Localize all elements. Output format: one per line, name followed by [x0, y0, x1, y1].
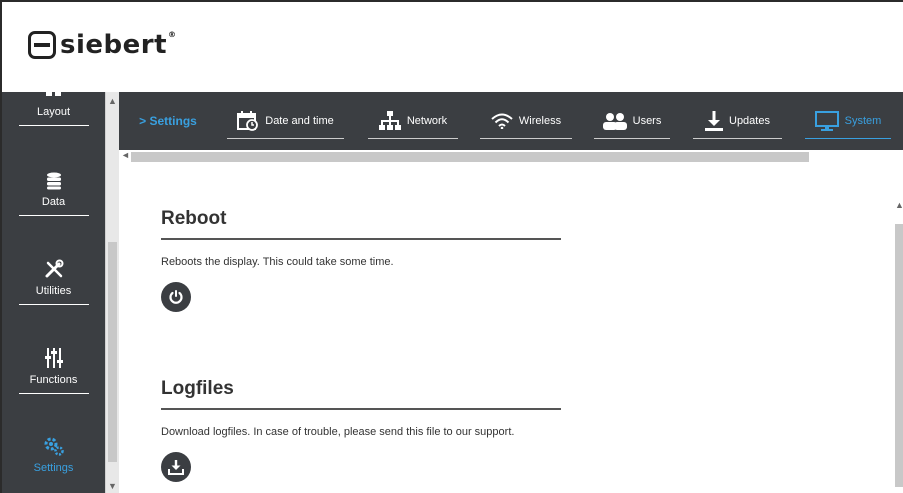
logfiles-title: Logfiles [161, 378, 561, 410]
tab-system[interactable]: System [805, 92, 891, 150]
sidebar-item-layout[interactable]: Layout [2, 92, 105, 126]
sidebar-item-label: Utilities [35, 285, 72, 297]
sidebar-item-label: Functions [29, 374, 78, 386]
scroll-left-icon[interactable]: ◄ [121, 150, 130, 160]
wifi-icon [491, 113, 513, 129]
reboot-title: Reboot [161, 208, 561, 240]
tab-date-and-time[interactable]: Date and time [227, 92, 344, 150]
gears-icon [44, 437, 64, 456]
logo-mark-icon [28, 31, 56, 59]
scroll-up-icon[interactable]: ▲ [895, 200, 903, 210]
network-icon [378, 111, 401, 130]
content-vertical-scrollbar[interactable]: ▲ [894, 198, 903, 493]
sidebar-item-functions[interactable]: Functions [2, 348, 105, 394]
sliders-icon [44, 348, 63, 368]
sidebar-scrollbar[interactable]: ▲ ▼ [105, 92, 119, 493]
sidebar: Layout Data Utilities Functions Settings [2, 92, 105, 493]
content-scroll-thumb[interactable] [895, 224, 903, 487]
tabbar-scroll-thumb[interactable] [131, 152, 809, 162]
sidebar-item-data[interactable]: Data [2, 172, 105, 216]
tabbar-horizontal-scrollbar[interactable]: ◄ [119, 150, 903, 164]
tab-updates[interactable]: Updates [693, 92, 782, 150]
monitor-icon [814, 111, 839, 131]
download-icon [705, 111, 723, 131]
main-content: Reboot Reboots the display. This could t… [119, 164, 894, 493]
calendar-clock-icon [237, 111, 259, 131]
scroll-down-icon[interactable]: ▼ [108, 481, 117, 491]
reboot-button[interactable] [161, 282, 191, 312]
breadcrumb-settings[interactable]: > Settings [133, 92, 203, 150]
sidebar-item-label: Settings [33, 462, 74, 474]
database-icon [46, 172, 61, 190]
download-tray-icon [168, 460, 184, 475]
header: siebert® [2, 2, 903, 92]
sidebar-scroll-thumb[interactable] [108, 242, 117, 462]
users-icon [602, 113, 627, 130]
logfiles-section: Logfiles Download logfiles. In case of t… [161, 378, 561, 482]
sidebar-divider [18, 393, 89, 394]
tab-network[interactable]: Network [368, 92, 458, 150]
sidebar-item-label: Data [41, 196, 66, 208]
sidebar-divider [18, 125, 89, 126]
sidebar-item-label: Layout [36, 106, 71, 118]
tools-icon [45, 259, 63, 278]
download-logfiles-button[interactable] [161, 452, 191, 482]
tab-wireless[interactable]: Wireless [480, 92, 572, 150]
reboot-section: Reboot Reboots the display. This could t… [161, 208, 561, 312]
app-window: siebert® Layout Data Utilities Functions… [0, 0, 903, 493]
layout-icon [45, 92, 61, 96]
siebert-logo: siebert® [28, 30, 177, 60]
reboot-description: Reboots the display. This could take som… [161, 256, 394, 268]
power-icon [169, 290, 183, 304]
logo-text: siebert® [60, 30, 177, 60]
logfiles-description: Download logfiles. In case of trouble, p… [161, 426, 515, 438]
tab-users[interactable]: Users [594, 92, 670, 150]
sidebar-divider [18, 304, 89, 305]
settings-tabbar: > Settings Date and time Network Wireles… [119, 92, 903, 150]
scroll-up-icon[interactable]: ▲ [108, 96, 117, 106]
sidebar-divider [18, 215, 89, 216]
sidebar-item-utilities[interactable]: Utilities [2, 259, 105, 305]
sidebar-item-settings[interactable]: Settings [2, 436, 105, 474]
